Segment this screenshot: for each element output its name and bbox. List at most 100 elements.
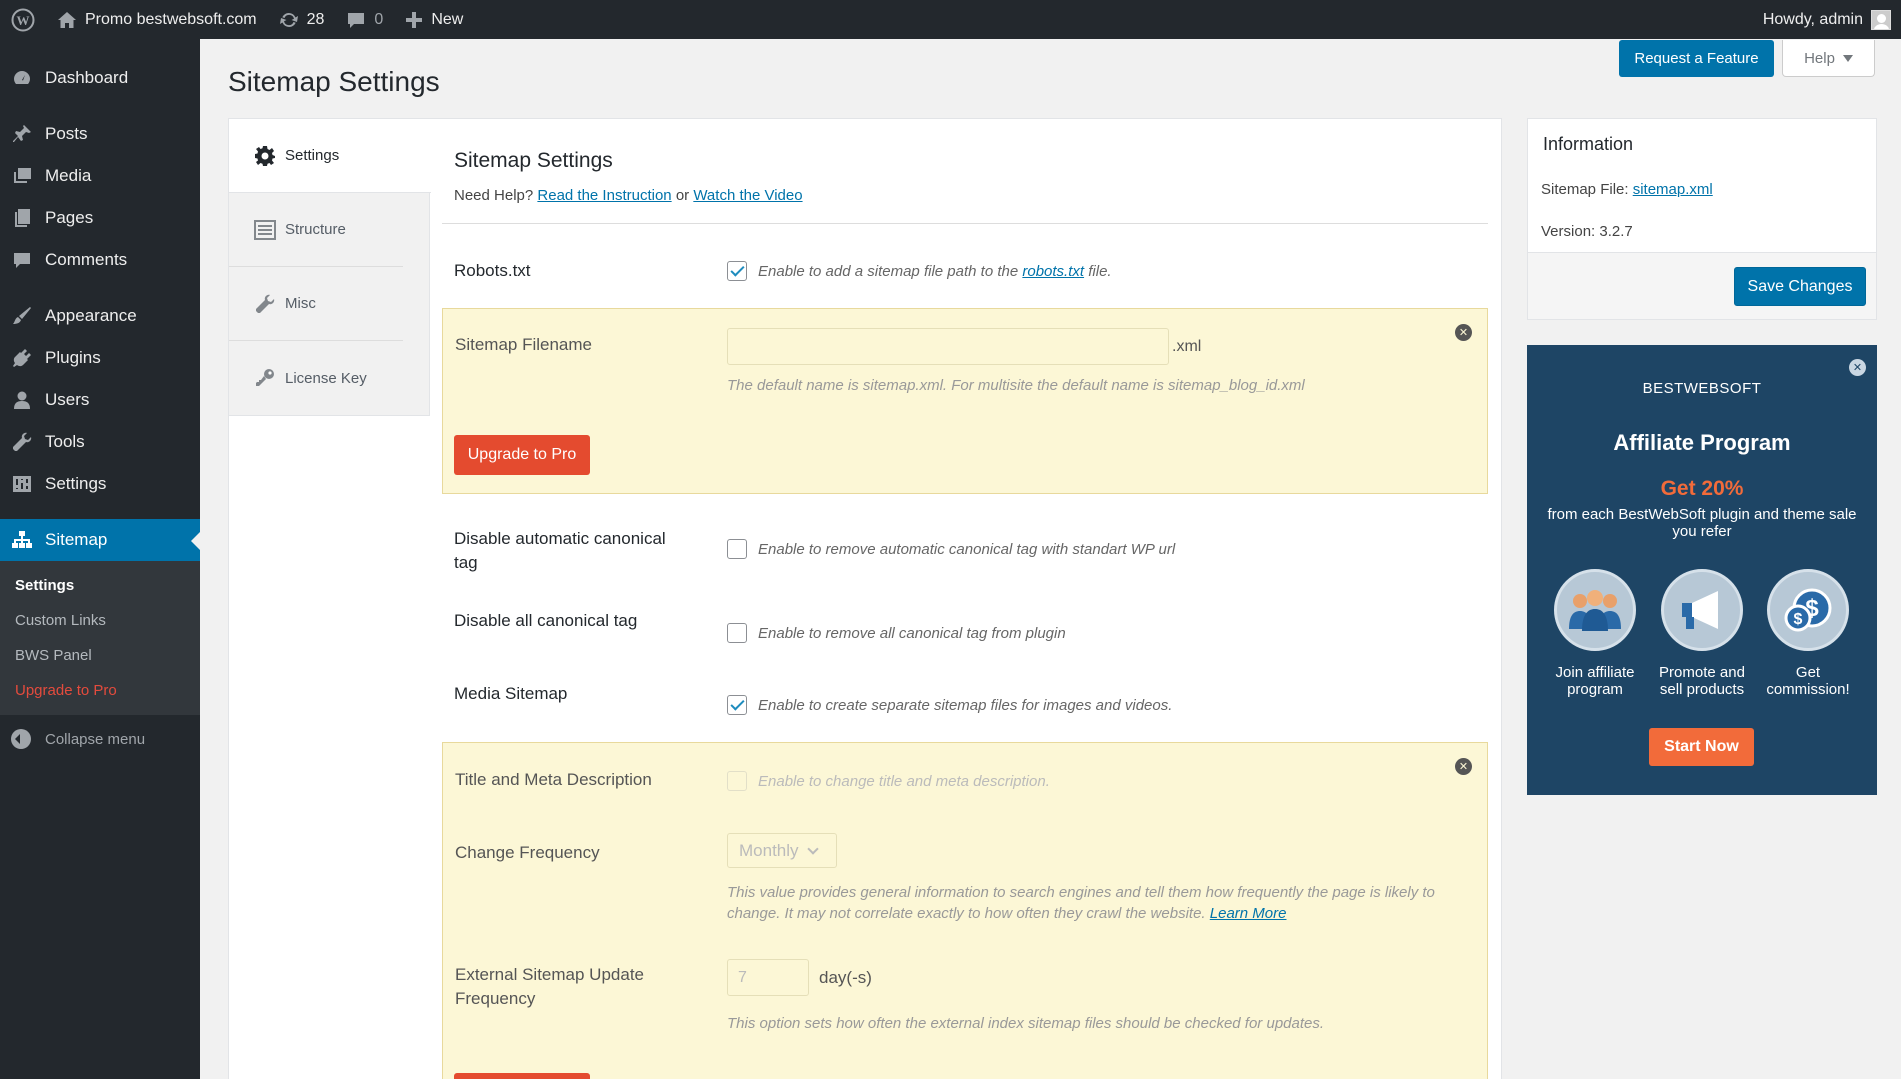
submenu-upgrade-to-pro[interactable]: Upgrade to Pro <box>0 673 200 708</box>
brush-icon <box>11 305 33 327</box>
media-sitemap-checkbox[interactable] <box>727 695 747 715</box>
close-icon[interactable]: ✕ <box>1849 359 1866 376</box>
close-icon[interactable]: ✕ <box>1455 324 1472 341</box>
watch-video-link[interactable]: Watch the Video <box>693 187 802 204</box>
robots-txt-link[interactable]: robots.txt <box>1022 263 1084 280</box>
sidebar-item-label: Appearance <box>45 306 137 325</box>
new-label: New <box>431 10 464 28</box>
divider <box>442 223 1488 224</box>
upgrade-to-pro-button-2[interactable] <box>454 1073 590 1079</box>
title-meta-checkbox[interactable] <box>727 771 747 791</box>
tab-label: Misc <box>285 295 316 312</box>
read-instruction-link[interactable]: Read the Instruction <box>537 187 671 204</box>
sidebar-item-appearance[interactable]: Appearance <box>0 295 200 337</box>
need-help-text: Need Help? Read the Instruction or Watch… <box>454 187 803 204</box>
brand-logo: BESTWEBSOFT <box>1642 380 1762 397</box>
submenu-custom-links[interactable]: Custom Links <box>0 603 200 638</box>
canonical-all-text: Enable to remove all canonical tag from … <box>758 624 1066 642</box>
submenu-settings[interactable]: Settings <box>0 568 200 603</box>
title-meta-field: Enable to change title and meta descript… <box>727 771 1050 791</box>
information-box: Information Sitemap File: sitemap.xml Ve… <box>1527 118 1877 320</box>
tab-structure[interactable]: Structure <box>229 193 403 267</box>
canonical-auto-checkbox[interactable] <box>727 539 747 559</box>
request-feature-button[interactable]: Request a Feature <box>1619 40 1774 77</box>
external-frequency-input[interactable]: 7 <box>727 959 809 996</box>
sidebar-item-label: Dashboard <box>45 68 129 87</box>
robots-checkbox[interactable] <box>727 261 747 281</box>
sidebar-item-tools[interactable]: Tools <box>0 421 200 463</box>
sidebar-item-label: Pages <box>45 208 94 227</box>
updates-link[interactable]: 28 <box>268 0 336 39</box>
pages-icon <box>11 207 33 229</box>
robots-label: Robots.txt <box>454 261 531 280</box>
wordpress-logo-icon[interactable]: W <box>0 0 46 39</box>
plus-icon <box>406 11 423 28</box>
tab-misc[interactable]: Misc <box>229 267 403 341</box>
collapse-arrow-icon <box>11 729 31 749</box>
sidebar-item-posts[interactable]: Posts <box>0 113 200 155</box>
canonical-auto-field: Enable to remove automatic canonical tag… <box>727 539 1175 559</box>
sitemap-filename-input[interactable] <box>727 328 1169 365</box>
wrench-icon <box>254 293 276 315</box>
sidebar-item-users[interactable]: Users <box>0 379 200 421</box>
avatar <box>1871 9 1891 30</box>
page-title: Sitemap Settings <box>228 66 440 97</box>
tab-settings[interactable]: Settings <box>229 119 431 193</box>
sitemap-filename-field: .xml <box>727 328 1201 365</box>
sitemap-filename-note: The default name is sitemap.xml. For mul… <box>727 377 1305 394</box>
media-icon <box>11 165 33 187</box>
sidebar-item-settings[interactable]: Settings <box>0 463 200 505</box>
sidebar-item-pages[interactable]: Pages <box>0 197 200 239</box>
sidebar-item-media[interactable]: Media <box>0 155 200 197</box>
submenu-bws-panel[interactable]: BWS Panel <box>0 638 200 673</box>
key-icon <box>254 367 276 389</box>
site-name-link[interactable]: Promo bestwebsoft.com <box>46 0 268 39</box>
caret-down-icon <box>1842 55 1853 67</box>
dollar-coins-icon: $ $ <box>1767 569 1849 651</box>
howdy-text: Howdy, admin <box>1762 10 1863 28</box>
media-sitemap-field: Enable to create separate sitemap files … <box>727 695 1172 715</box>
upgrade-to-pro-button[interactable]: Upgrade to Pro <box>454 435 590 475</box>
admin-bar: W Promo bestwebsoft.com 28 0 New Howdy, … <box>0 0 1901 39</box>
change-frequency-value: Monthly <box>739 840 799 860</box>
affiliate-title: Affiliate Program <box>1613 430 1791 455</box>
step-promote: Promote and sell products <box>1659 664 1745 698</box>
collapse-menu-button[interactable]: Collapse menu <box>0 718 200 760</box>
change-frequency-label: Change Frequency <box>455 843 600 862</box>
my-account[interactable]: Howdy, admin <box>1762 9 1901 30</box>
new-content-link[interactable]: New <box>394 0 474 39</box>
admin-sidebar: Dashboard Posts Media Pages Comments App… <box>0 39 200 1079</box>
tab-label: Structure <box>285 221 346 238</box>
canonical-all-field: Enable to remove all canonical tag from … <box>727 623 1066 643</box>
information-footer: Save Changes <box>1528 252 1876 319</box>
information-title: Information <box>1543 134 1634 154</box>
sidebar-item-label: Tools <box>45 432 85 451</box>
change-frequency-select[interactable]: Monthly <box>727 833 837 868</box>
start-now-button[interactable]: Start Now <box>1649 728 1754 766</box>
save-changes-button[interactable]: Save Changes <box>1734 267 1866 306</box>
sidebar-item-dashboard[interactable]: Dashboard <box>0 57 200 99</box>
learn-more-link[interactable]: Learn More <box>1210 905 1287 922</box>
canonical-all-checkbox[interactable] <box>727 623 747 643</box>
tab-license-key[interactable]: License Key <box>229 341 403 415</box>
comment-icon <box>348 12 365 28</box>
people-icon <box>1554 569 1636 651</box>
sidebar-item-plugins[interactable]: Plugins <box>0 337 200 379</box>
sidebar-item-sitemap[interactable]: Sitemap <box>0 519 200 561</box>
settings-tabs: Settings Structure Misc License Key <box>229 119 431 416</box>
external-frequency-label: External Sitemap Update Frequency <box>455 965 644 1008</box>
sitemap-xml-link[interactable]: sitemap.xml <box>1633 181 1713 198</box>
help-button[interactable]: Help <box>1782 40 1875 77</box>
sitemap-submenu: Settings Custom Links BWS Panel Upgrade … <box>0 561 200 715</box>
sidebar-item-comments[interactable]: Comments <box>0 239 200 281</box>
collapse-menu-label: Collapse menu <box>45 730 146 748</box>
comments-link[interactable]: 0 <box>335 0 394 39</box>
sidebar-item-label: Sitemap <box>45 530 108 549</box>
close-icon[interactable]: ✕ <box>1455 758 1472 775</box>
title-meta-label: Title and Meta Description <box>455 770 652 789</box>
help-label: Help <box>1804 49 1835 67</box>
comment-icon <box>11 249 33 271</box>
robots-text: Enable to add a sitemap file path to the… <box>758 263 1112 280</box>
settings-panel: Settings Structure Misc License Key Site… <box>228 118 1502 1079</box>
pin-icon <box>11 123 33 145</box>
